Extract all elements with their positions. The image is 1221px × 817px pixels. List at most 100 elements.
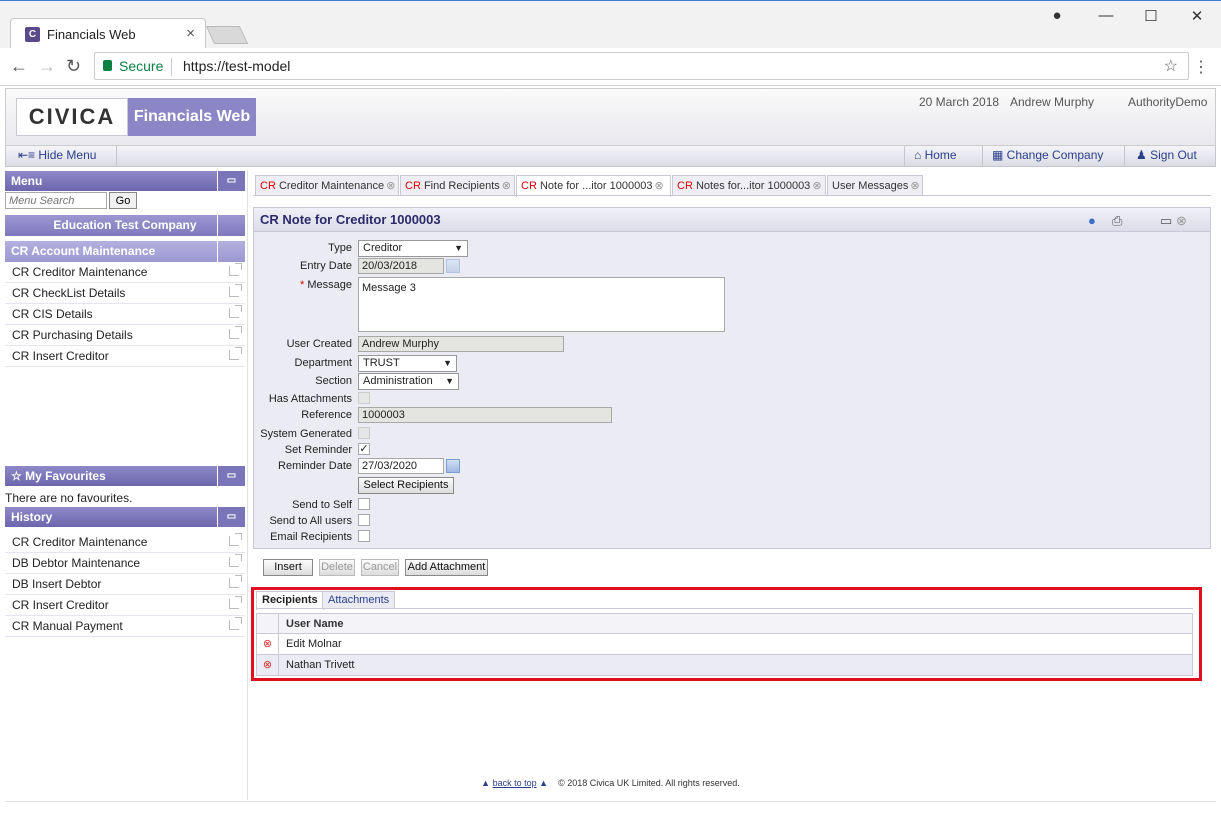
calendar-icon[interactable] bbox=[446, 459, 460, 473]
secure-label: Secure bbox=[119, 58, 164, 74]
open-external-icon[interactable] bbox=[229, 305, 242, 318]
close-window-icon[interactable]: ✕ bbox=[1182, 7, 1212, 25]
back-arrow-icon[interactable]: ← bbox=[10, 56, 28, 77]
menu-search-row: Go bbox=[5, 192, 245, 209]
tab-user-messages[interactable]: User Messages ⊗ bbox=[827, 175, 923, 196]
tab-attachments[interactable]: Attachments bbox=[322, 591, 396, 609]
set-reminder-checkbox[interactable]: ✓ bbox=[358, 443, 370, 455]
open-external-icon[interactable] bbox=[229, 347, 242, 360]
open-external-icon[interactable] bbox=[229, 326, 242, 339]
open-external-icon[interactable] bbox=[229, 575, 242, 588]
tab-close-icon[interactable]: ⊗ bbox=[386, 180, 395, 192]
sign-out-button[interactable]: ♟ Sign Out bbox=[1136, 148, 1197, 162]
email-recipients-checkbox[interactable] bbox=[358, 530, 370, 542]
menu-search-input[interactable] bbox=[5, 192, 107, 209]
civica-logo: CIVICA bbox=[16, 98, 128, 136]
section-select[interactable]: Administration ▼ bbox=[358, 373, 459, 390]
menubar-divider bbox=[1124, 146, 1125, 166]
star-icon: ☆ bbox=[11, 469, 26, 483]
history-item[interactable]: DB Insert Debtor bbox=[5, 574, 245, 595]
favourites-toggle-icon[interactable]: ▭ bbox=[217, 466, 245, 486]
tab-close-icon[interactable]: ⊗ bbox=[812, 180, 821, 192]
tab-close-icon[interactable]: ⊗ bbox=[502, 180, 511, 192]
send-to-all-checkbox[interactable] bbox=[358, 514, 370, 526]
print-icon[interactable]: ⎙ bbox=[1112, 213, 1122, 229]
menu-panel-toggle-icon[interactable]: ▭ bbox=[217, 171, 245, 191]
recipient-name: Nathan Trivett bbox=[286, 659, 355, 671]
open-external-icon[interactable] bbox=[229, 533, 242, 546]
back-to-top-link[interactable]: back to top bbox=[493, 778, 537, 788]
open-external-icon[interactable] bbox=[229, 554, 242, 567]
menu-item-cis-details[interactable]: CR CIS Details bbox=[5, 304, 245, 325]
change-company-button[interactable]: ▦ Change Company bbox=[992, 148, 1103, 162]
profile-icon[interactable]: ● bbox=[1042, 7, 1072, 24]
app-header: CIVICA Financials Web 20 March 2018 Andr… bbox=[5, 88, 1216, 146]
home-button[interactable]: ⌂ Home bbox=[914, 148, 957, 162]
remove-recipient-icon[interactable]: ⊗ bbox=[257, 655, 279, 675]
add-attachment-button[interactable]: Add Attachment bbox=[405, 559, 488, 576]
send-to-self-checkbox[interactable] bbox=[358, 498, 370, 510]
section-export-icon[interactable] bbox=[217, 241, 245, 262]
menu-item-insert-creditor[interactable]: CR Insert Creditor bbox=[5, 346, 245, 367]
history-toggle-icon[interactable]: ▭ bbox=[217, 507, 245, 527]
bookmark-star-icon[interactable]: ☆ bbox=[1164, 56, 1178, 76]
new-tab-button[interactable] bbox=[205, 26, 249, 44]
table-row[interactable]: ⊗ Edit Molnar bbox=[256, 634, 1193, 655]
menu-item-checklist-details[interactable]: CR CheckList Details bbox=[5, 283, 245, 304]
company-toggle-icon[interactable] bbox=[217, 215, 245, 236]
required-marker: * bbox=[300, 279, 305, 291]
browser-tab[interactable]: C Financials Web × bbox=[10, 18, 206, 49]
open-external-icon[interactable] bbox=[229, 617, 242, 630]
cancel-button[interactable]: Cancel bbox=[361, 559, 399, 576]
tab-find-recipients[interactable]: CR Find Recipients ⊗ bbox=[400, 175, 515, 196]
history-item[interactable]: CR Insert Creditor bbox=[5, 595, 245, 616]
reload-icon[interactable]: ↻ bbox=[66, 56, 81, 77]
user-created-label: User Created bbox=[286, 338, 352, 350]
reference-field: 1000003 bbox=[358, 407, 612, 423]
new-window-icon[interactable]: ▭ bbox=[1160, 213, 1172, 229]
help-icon[interactable]: ● bbox=[1088, 213, 1096, 228]
forward-arrow-icon[interactable]: → bbox=[38, 56, 56, 77]
open-external-icon[interactable] bbox=[229, 263, 242, 276]
header-authority: AuthorityDemo bbox=[1128, 95, 1208, 109]
tab-label: Notes for...itor 1000003 bbox=[695, 180, 811, 192]
history-item[interactable]: CR Creditor Maintenance bbox=[5, 532, 245, 553]
type-select[interactable]: Creditor ▼ bbox=[358, 240, 468, 257]
tab-close-icon[interactable]: ⊗ bbox=[654, 180, 663, 192]
delete-button[interactable]: Delete bbox=[319, 559, 355, 576]
history-item-label: CR Manual Payment bbox=[12, 619, 123, 633]
company-header: Education Test Company bbox=[5, 215, 245, 236]
tab-creditor-maintenance[interactable]: CR Creditor Maintenance ⊗ bbox=[255, 175, 399, 196]
open-external-icon[interactable] bbox=[229, 284, 242, 297]
tab-close-icon[interactable]: ⊗ bbox=[910, 180, 919, 192]
url-field[interactable]: Secure https://test-model ☆ bbox=[94, 52, 1189, 80]
tab-notes-for-creditor[interactable]: CR Notes for...itor 1000003 ⊗ bbox=[672, 175, 826, 196]
entry-date-field: 20/03/2018 bbox=[358, 258, 444, 274]
browser-menu-icon[interactable]: ⋮ bbox=[1193, 57, 1209, 77]
remove-recipient-icon[interactable]: ⊗ bbox=[257, 634, 279, 654]
close-panel-icon[interactable]: ⊗ bbox=[1176, 213, 1187, 229]
reminder-date-field[interactable]: 27/03/2020 bbox=[358, 458, 444, 474]
maximize-icon[interactable]: ☐ bbox=[1136, 7, 1166, 25]
menu-section-header[interactable]: CR Account Maintenance bbox=[5, 241, 245, 262]
open-external-icon[interactable] bbox=[229, 596, 242, 609]
menu-item-purchasing-details[interactable]: CR Purchasing Details bbox=[5, 325, 245, 346]
tab-note-for-creditor[interactable]: CR Note for ...itor 1000003 ⊗ bbox=[516, 175, 671, 197]
tab-close-icon[interactable]: × bbox=[186, 25, 195, 42]
message-textarea[interactable]: Message 3 bbox=[358, 277, 725, 332]
menu-item-creditor-maintenance[interactable]: CR Creditor Maintenance bbox=[5, 262, 245, 283]
history-title: History bbox=[11, 510, 53, 524]
history-item[interactable]: DB Debtor Maintenance bbox=[5, 553, 245, 574]
menu-search-go-button[interactable]: Go bbox=[109, 192, 137, 209]
hide-menu-button[interactable]: ⇤≡ Hide Menu bbox=[18, 148, 96, 162]
department-select[interactable]: TRUST ▼ bbox=[358, 355, 457, 372]
form-title: CR Note for Creditor 1000003 bbox=[260, 212, 441, 227]
insert-button[interactable]: Insert bbox=[263, 559, 313, 576]
select-recipients-button[interactable]: Select Recipients bbox=[358, 477, 454, 494]
user-name-column-header[interactable]: User Name bbox=[286, 614, 343, 634]
minimize-icon[interactable]: — bbox=[1091, 7, 1121, 24]
hide-menu-icon: ⇤≡ bbox=[18, 148, 39, 162]
table-row[interactable]: ⊗ Nathan Trivett bbox=[256, 655, 1193, 676]
chevron-down-icon: ▼ bbox=[443, 358, 452, 368]
history-item[interactable]: CR Manual Payment bbox=[5, 616, 245, 637]
